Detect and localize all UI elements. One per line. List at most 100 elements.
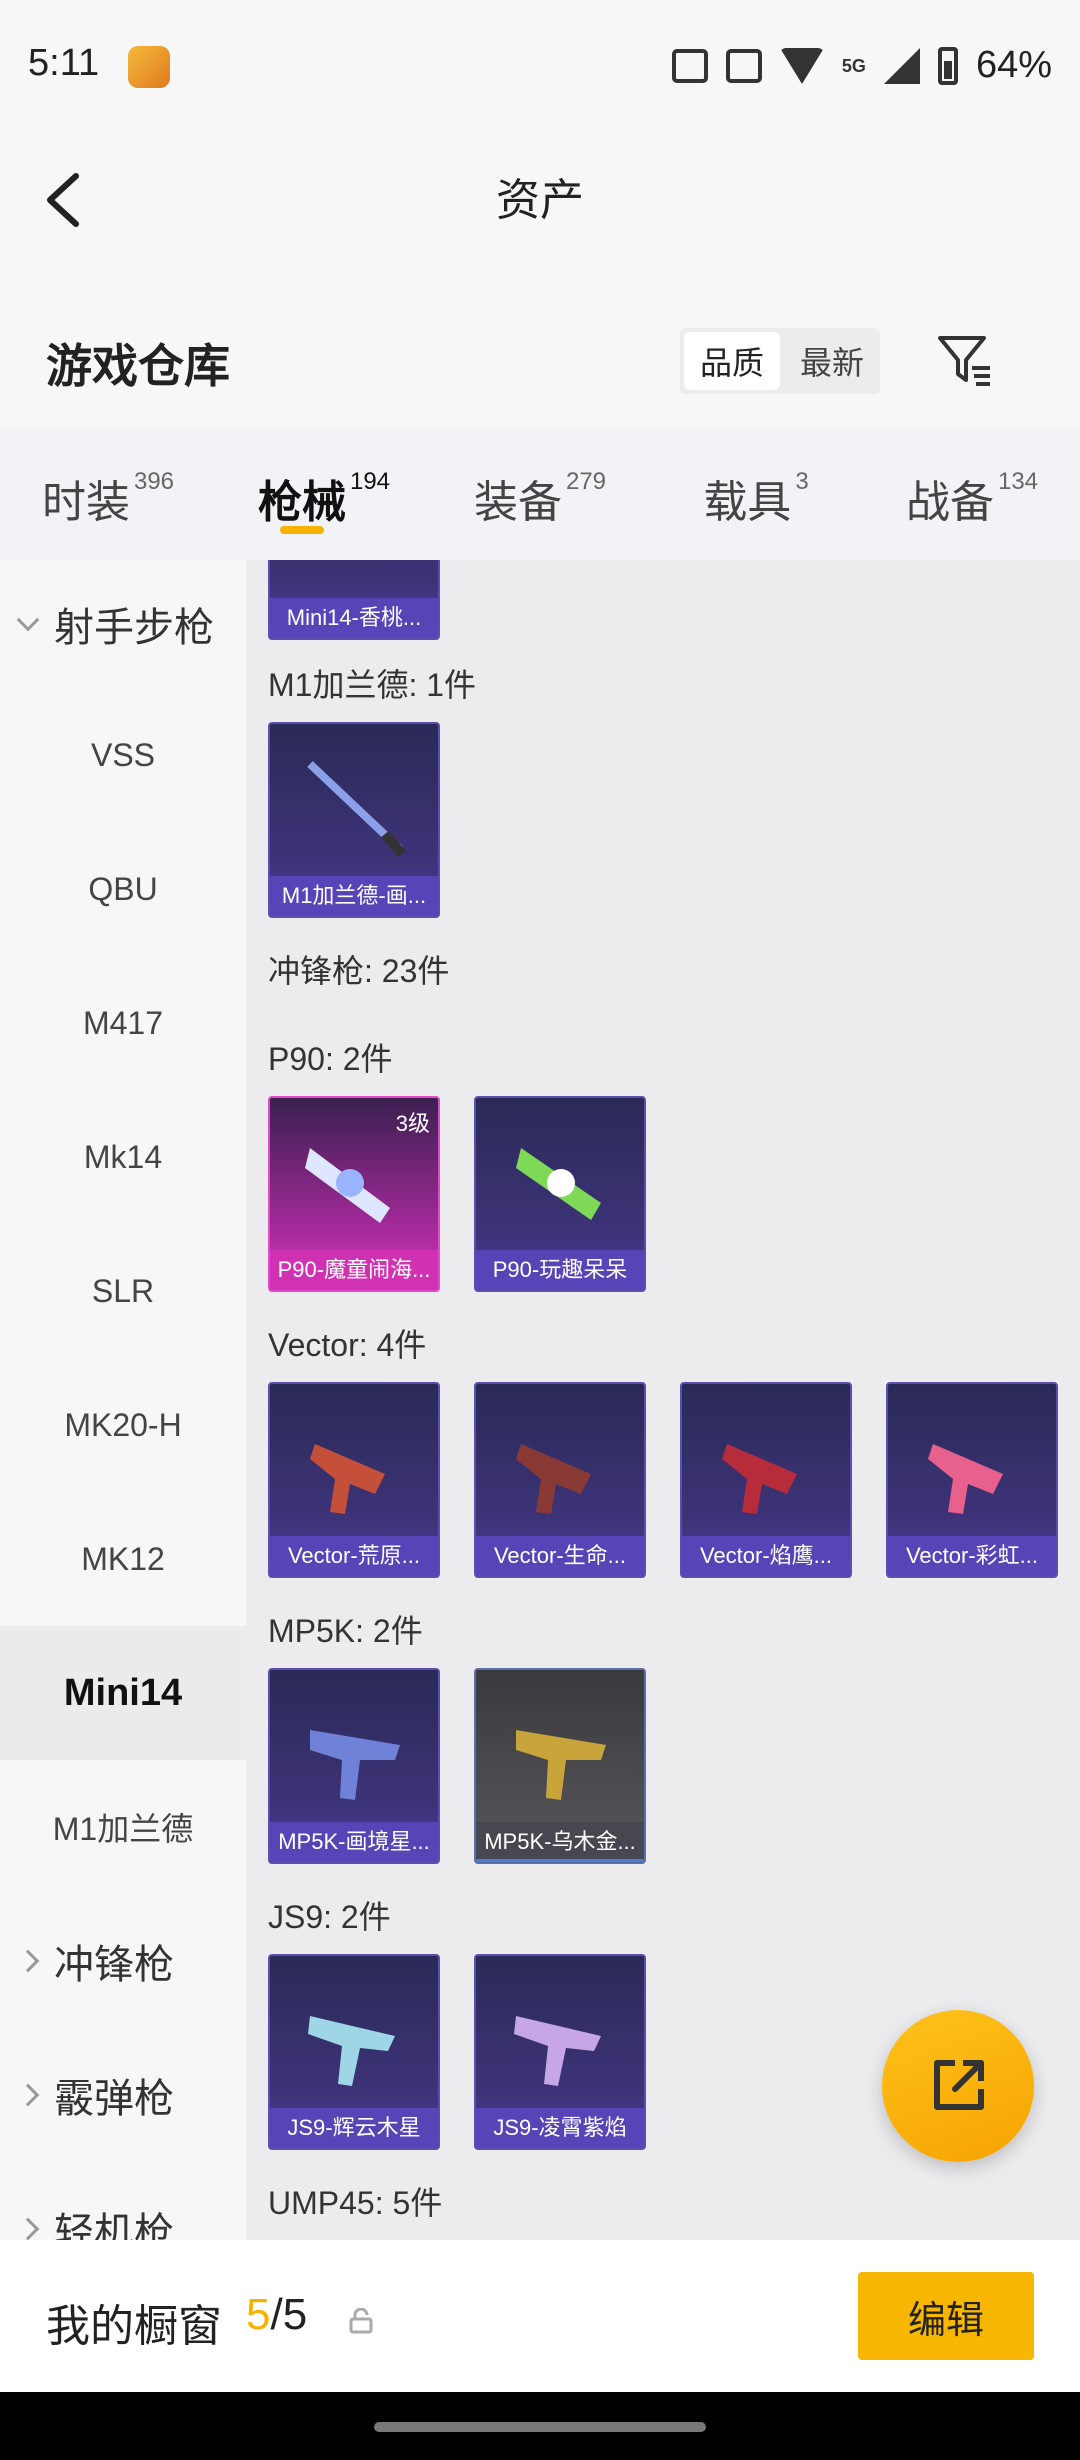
chevron-right-icon (16, 2083, 40, 2107)
tab-weapons[interactable]: 枪械 194 (216, 428, 432, 560)
sort-quality-option[interactable]: 品质 (684, 332, 780, 390)
weapon-card-label: Vector-彩虹... (888, 1536, 1056, 1576)
warehouse-title: 游戏仓库 (46, 340, 230, 392)
weapon-card-label: Vector-荒原... (270, 1536, 438, 1576)
showcase-current: 5 (246, 2290, 271, 2339)
section-title: P90: 2件 (268, 1041, 393, 1077)
tab-vehicles[interactable]: 载具 3 (648, 428, 864, 560)
weapon-card[interactable]: Vector-彩虹... (886, 1382, 1058, 1578)
sidebar-item-label: 轻机枪 (54, 2211, 174, 2240)
weapon-card-label: MP5K-乌木金... (476, 1822, 644, 1862)
edit-button[interactable]: 编辑 (858, 2272, 1034, 2360)
sort-toggle: 品质 最新 (680, 328, 880, 394)
weapon-card[interactable]: Vector-焰鹰... (680, 1382, 852, 1578)
sidebar-item-mk20h[interactable]: MK20-H (0, 1358, 246, 1492)
section-title: MP5K: 2件 (268, 1613, 423, 1649)
app-notification-icon (128, 46, 170, 88)
status-bar: 5:11 5G 64% (0, 0, 1080, 130)
chevron-right-icon (16, 2217, 40, 2240)
showcase-label: 我的橱窗 (46, 2302, 222, 2351)
wifi-icon (779, 47, 824, 84)
rifle-icon (307, 761, 406, 858)
weapon-card[interactable]: M1加兰德-画... (268, 722, 440, 918)
share-button[interactable] (882, 2010, 1034, 2162)
network-type: 5G (841, 55, 866, 76)
weapon-card[interactable]: MP5K-乌木金... (474, 1668, 646, 1864)
weapon-card[interactable]: 3级 P90-魔童闹海... (268, 1096, 440, 1292)
warehouse-bar: 游戏仓库 品质 最新 (0, 300, 1080, 420)
tab-count: 194 (349, 468, 391, 495)
tab-supplies[interactable]: 战备 134 (864, 428, 1080, 560)
signal-icon (883, 47, 920, 84)
vibrate-icon (671, 48, 708, 83)
weapon-card-label: MP5K-画境星... (270, 1822, 438, 1862)
weapon-card-label: P90-魔童闹海... (270, 1250, 438, 1290)
smg-icon (310, 1444, 385, 1514)
smg-icon (516, 1730, 606, 1800)
smg-icon (308, 2016, 395, 2086)
sidebar-item-label: 射手步枪 (54, 606, 214, 650)
sidebar-item-m417[interactable]: M417 (0, 956, 246, 1090)
active-tab-indicator (280, 526, 324, 534)
tab-label: 载具 (703, 478, 792, 527)
sort-newest-option[interactable]: 最新 (784, 328, 880, 394)
sidebar-group-smg[interactable]: 冲锋枪 (0, 1894, 246, 2028)
sidebar-group-lmg[interactable]: 轻机枪 (0, 2162, 246, 2240)
section-title: 冲锋枪: 23件 (268, 953, 450, 989)
weapon-card-label: Vector-生命... (476, 1536, 644, 1576)
nfc-icon (725, 48, 762, 83)
share-icon (934, 2060, 984, 2110)
smg-icon (310, 1730, 400, 1800)
weapon-card[interactable]: JS9-凌霄紫焰 (474, 1954, 646, 2150)
sidebar-item-mini14[interactable]: Mini14 (0, 1626, 246, 1760)
chevron-right-icon (16, 1949, 40, 1973)
system-nav-bar (0, 2392, 1080, 2460)
chevron-down-icon (16, 608, 40, 632)
weapon-card[interactable]: Mini14-香桃... (268, 560, 440, 640)
app-header: 资产 (0, 130, 1080, 260)
showcase-bar: 我的橱窗 5/5 编辑 (0, 2240, 1080, 2392)
page-title: 资产 (496, 176, 584, 225)
home-indicator[interactable] (374, 2422, 706, 2432)
sidebar-item-mk12[interactable]: MK12 (0, 1492, 246, 1626)
weapon-card[interactable]: Vector-荒原... (268, 1382, 440, 1578)
weapon-card-label: JS9-凌霄紫焰 (476, 2108, 644, 2148)
sidebar-group-marksman-rifle[interactable]: 射手步枪 (0, 560, 246, 688)
tab-count: 396 (133, 468, 175, 495)
tab-fashion[interactable]: 时装 396 (0, 428, 216, 560)
section-title: Vector: 4件 (268, 1327, 427, 1363)
sidebar-item-m1-garand[interactable]: M1加兰德 (0, 1760, 246, 1894)
showcase-total: /5 (270, 2290, 308, 2339)
weapon-card[interactable]: Vector-生命... (474, 1382, 646, 1578)
tab-label: 战备 (905, 478, 994, 527)
smg-icon (514, 2016, 601, 2086)
tab-label: 枪械 (257, 478, 346, 527)
sidebar-item-slr[interactable]: SLR (0, 1224, 246, 1358)
weapon-type-sidebar: 射手步枪 VSS QBU M417 Mk14 SLR MK20-H MK12 M… (0, 560, 246, 2240)
sidebar-item-mk14[interactable]: Mk14 (0, 1090, 246, 1224)
tab-label: 装备 (473, 478, 562, 527)
tab-count: 279 (565, 468, 607, 495)
sidebar-item-qbu[interactable]: QBU (0, 822, 246, 956)
weapon-card[interactable]: MP5K-画境星... (268, 1668, 440, 1864)
weapon-card[interactable]: P90-玩趣呆呆 (474, 1096, 646, 1292)
section-title: M1加兰德: 1件 (268, 667, 477, 703)
weapon-card[interactable]: JS9-辉云木星 (268, 1954, 440, 2150)
section-title: UMP45: 5件 (268, 2185, 443, 2221)
smg-icon (516, 1148, 601, 1220)
weapon-card-label: JS9-辉云木星 (270, 2108, 438, 2148)
section-title: JS9: 2件 (268, 1899, 391, 1935)
smg-icon (722, 1444, 797, 1514)
battery-percent: 64% (975, 44, 1052, 86)
status-icons: 5G 64% (671, 44, 1052, 87)
category-tabs: 时装 396 枪械 194 装备 279 载具 3 战备 134 (0, 428, 1080, 560)
sidebar-group-shotgun[interactable]: 霰弹枪 (0, 2028, 246, 2162)
smg-icon (516, 1444, 591, 1514)
showcase-count: 5/5 (246, 2290, 307, 2340)
smg-icon (305, 1148, 390, 1223)
tab-count: 134 (997, 468, 1039, 495)
filter-icon[interactable] (934, 330, 994, 390)
tab-equipment[interactable]: 装备 279 (432, 428, 648, 560)
sidebar-item-vss[interactable]: VSS (0, 688, 246, 822)
weapon-card-label: M1加兰德-画... (270, 876, 438, 916)
